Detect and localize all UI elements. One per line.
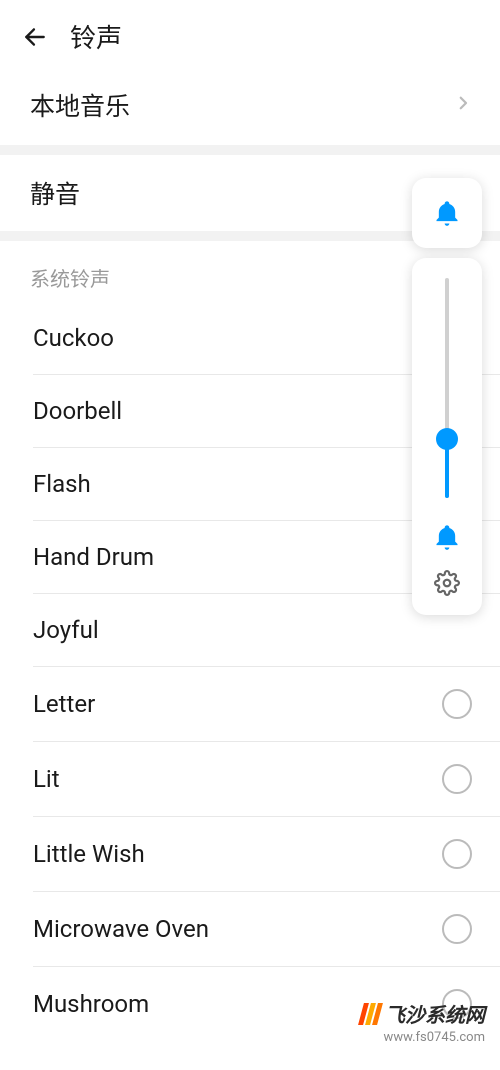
radio-button[interactable]	[442, 764, 472, 794]
slider-thumb[interactable]	[436, 428, 458, 450]
ringtone-name: Joyful	[33, 616, 99, 644]
mute-label: 静音	[30, 175, 80, 211]
ringtone-item[interactable]: Little Wish	[33, 817, 500, 892]
radio-button[interactable]	[442, 839, 472, 869]
watermark-text: 飞沙系统网	[385, 999, 485, 1028]
volume-panel	[412, 178, 482, 615]
ringtone-item[interactable]: Letter	[33, 667, 500, 742]
watermark-logo-icon	[361, 1003, 380, 1025]
ringtone-name: Doorbell	[33, 397, 122, 425]
ringtone-name: Mushroom	[33, 990, 149, 1018]
back-button[interactable]	[20, 22, 50, 52]
ringtone-name: Lit	[33, 765, 60, 793]
gear-icon	[434, 570, 460, 596]
radio-button[interactable]	[442, 914, 472, 944]
chevron-right-icon	[454, 94, 472, 116]
volume-slider[interactable]	[445, 278, 449, 498]
volume-mode-button[interactable]	[412, 178, 482, 248]
local-music-label: 本地音乐	[30, 87, 130, 123]
section-separator	[0, 145, 500, 155]
ringtone-item[interactable]: Lit	[33, 742, 500, 817]
ringtone-item[interactable]: Microwave Oven	[33, 892, 500, 967]
watermark-url: www.fs0745.com	[361, 1030, 485, 1045]
page-header: 铃声	[0, 0, 500, 65]
watermark-main: 飞沙系统网	[361, 999, 485, 1028]
ringtone-name: Flash	[33, 470, 91, 498]
local-music-row[interactable]: 本地音乐	[0, 65, 500, 145]
settings-button[interactable]	[434, 570, 460, 600]
ringtone-name: Little Wish	[33, 840, 145, 868]
ringtone-name: Microwave Oven	[33, 915, 209, 943]
section-title: 系统铃声	[30, 263, 470, 292]
ringtone-name: Cuckoo	[33, 324, 114, 352]
radio-button[interactable]	[442, 689, 472, 719]
bell-icon	[433, 199, 461, 227]
ringtone-name: Letter	[33, 690, 95, 718]
arrow-left-icon	[22, 24, 48, 50]
watermark: 飞沙系统网 www.fs0745.com	[361, 999, 485, 1045]
bell-icon	[433, 523, 461, 555]
page-title: 铃声	[70, 18, 122, 55]
volume-slider-box	[412, 258, 482, 615]
ringtone-name: Hand Drum	[33, 543, 154, 571]
